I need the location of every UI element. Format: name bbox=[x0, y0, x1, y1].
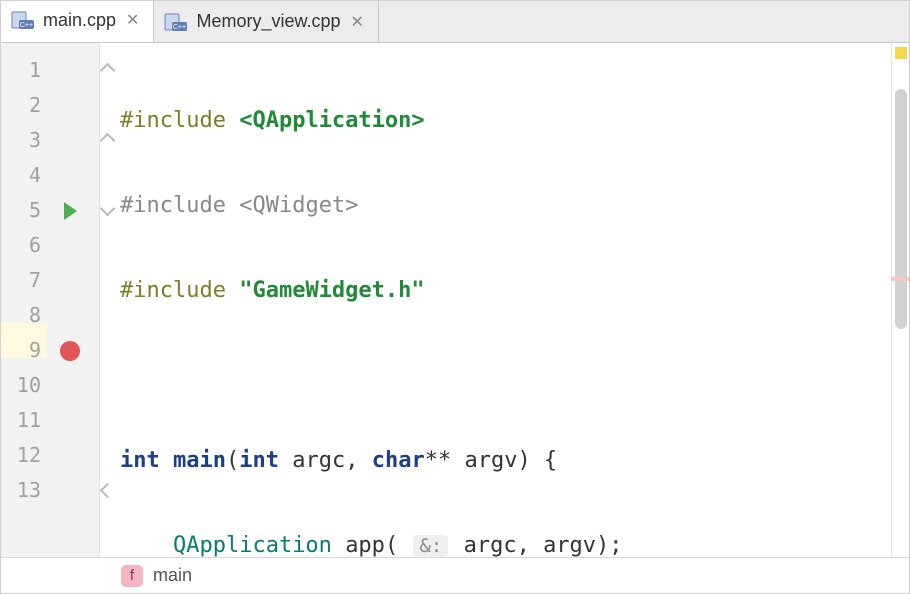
tab-memory-view-cpp[interactable]: C++ Memory_view.cpp ✕ bbox=[154, 1, 378, 42]
param: argv bbox=[464, 448, 517, 473]
close-icon[interactable]: ✕ bbox=[349, 12, 366, 32]
fold-column[interactable] bbox=[100, 43, 116, 557]
breadcrumb-symbol[interactable]: main bbox=[153, 565, 192, 586]
breadcrumb[interactable]: f main bbox=[1, 557, 909, 593]
tab-label: main.cpp bbox=[43, 10, 116, 31]
line-numbers: 12345678910111213 bbox=[1, 43, 47, 557]
keyword: char bbox=[372, 448, 425, 473]
analysis-status-icon[interactable] bbox=[895, 47, 907, 59]
cpp-file-icon: C++ bbox=[164, 12, 188, 32]
editor-root: C++ main.cpp ✕ C++ Memory_view.cpp ✕ 123… bbox=[0, 0, 910, 594]
code-area[interactable]: #include <QApplication> #include <QWidge… bbox=[116, 43, 891, 557]
run-icon[interactable] bbox=[64, 202, 77, 220]
close-icon[interactable]: ✕ bbox=[124, 10, 141, 30]
preprocessor: #include bbox=[120, 193, 226, 218]
overview-ruler[interactable] bbox=[891, 43, 909, 557]
svg-text:C++: C++ bbox=[20, 22, 33, 29]
tab-bar: C++ main.cpp ✕ C++ Memory_view.cpp ✕ bbox=[1, 1, 909, 43]
scrollbar-thumb[interactable] bbox=[895, 89, 907, 329]
pointer-stars: ** bbox=[425, 448, 452, 473]
code-editor[interactable]: 12345678910111213 #include <QApplication… bbox=[1, 43, 909, 557]
glyph-margin[interactable] bbox=[47, 43, 99, 557]
variable: app bbox=[345, 533, 385, 557]
include-target: <QApplication> bbox=[239, 108, 424, 133]
breakpoint-icon[interactable] bbox=[60, 341, 80, 361]
inlay-hint: &: bbox=[413, 535, 448, 557]
preprocessor: #include bbox=[120, 108, 226, 133]
keyword: int bbox=[120, 448, 160, 473]
fn-name: main bbox=[173, 448, 226, 473]
keyword: int bbox=[239, 448, 279, 473]
cpp-file-icon: C++ bbox=[11, 10, 35, 30]
function-badge-icon: f bbox=[121, 565, 143, 587]
include-target: "GameWidget.h" bbox=[239, 278, 424, 303]
preprocessor: #include bbox=[120, 278, 226, 303]
include-target: <QWidget> bbox=[239, 193, 358, 218]
arg: argv bbox=[543, 533, 596, 557]
param: argc bbox=[292, 448, 345, 473]
gutter: 12345678910111213 bbox=[1, 43, 100, 557]
type: QApplication bbox=[173, 533, 332, 557]
tab-label: Memory_view.cpp bbox=[196, 11, 340, 32]
tab-main-cpp[interactable]: C++ main.cpp ✕ bbox=[1, 1, 154, 42]
arg: argc bbox=[464, 533, 517, 557]
marker[interactable] bbox=[891, 277, 909, 281]
svg-text:C++: C++ bbox=[173, 24, 186, 31]
